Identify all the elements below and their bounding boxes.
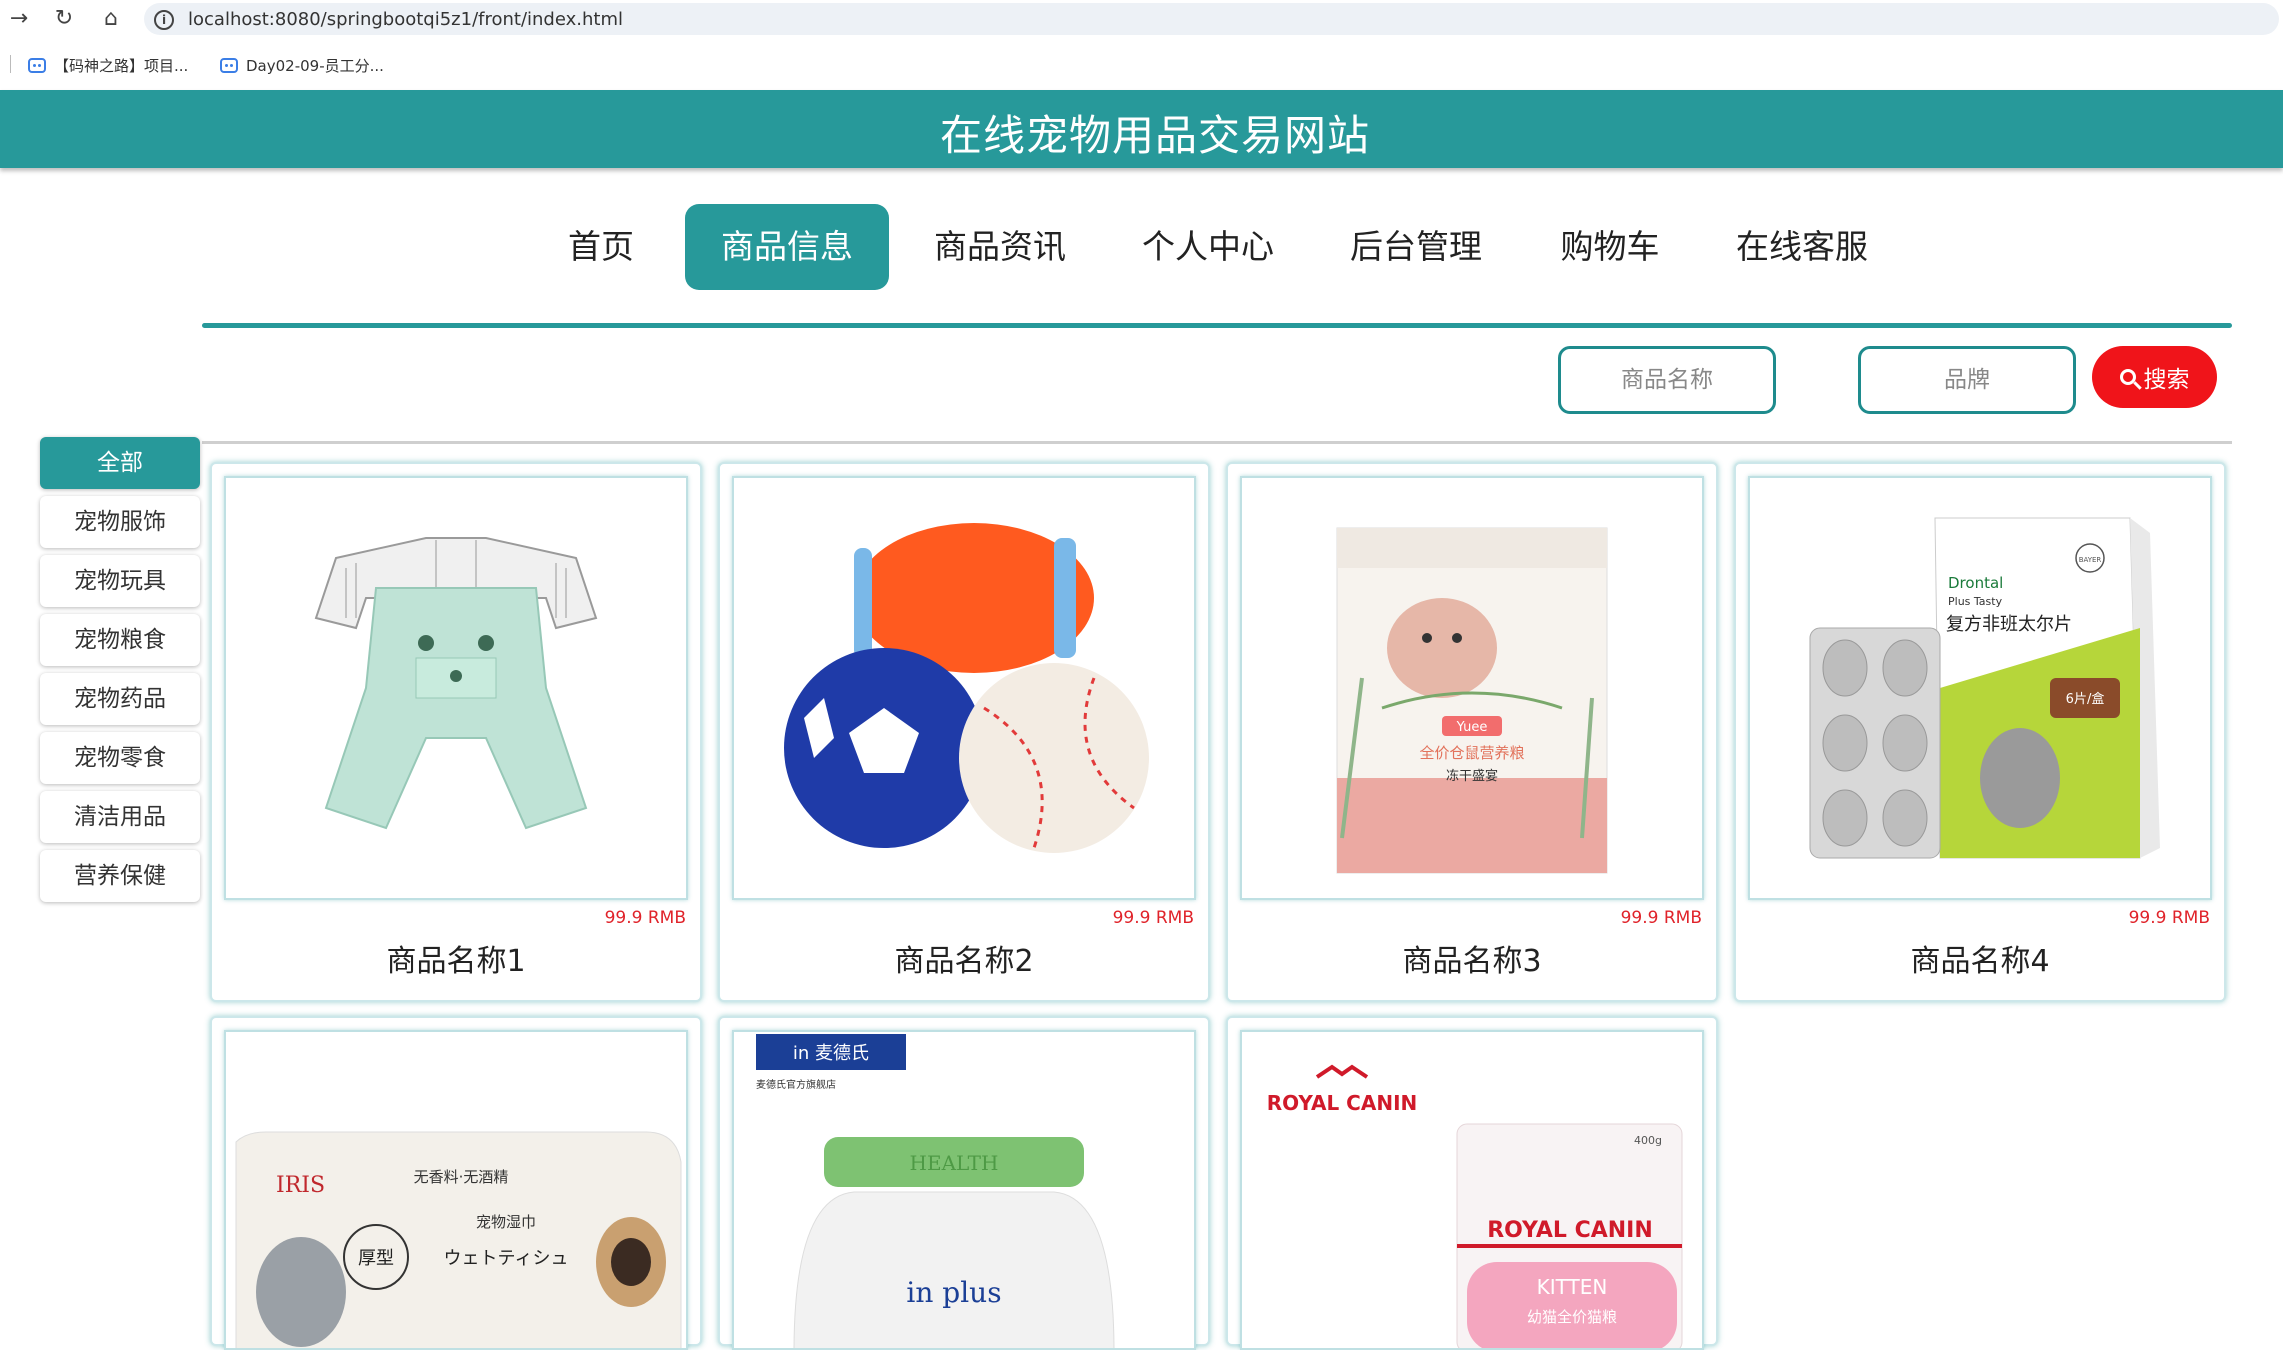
main-nav: 首页 商品信息 商品资讯 个人中心 后台管理 购物车 在线客服 bbox=[0, 204, 2283, 290]
nav-product-news[interactable]: 商品资讯 bbox=[920, 204, 1080, 290]
product-card[interactable]: Yuee 全价仓鼠营养粮 冻干盛宴 99.9 RMB 商品名称3 bbox=[1226, 462, 1718, 1002]
nav-customer-service[interactable]: 在线客服 bbox=[1722, 204, 1882, 290]
search-button[interactable]: 搜索 bbox=[2092, 346, 2217, 408]
category-cleaning[interactable]: 清洁用品 bbox=[40, 791, 200, 843]
pet-medicine-box-illustration: Drontal Plus Tasty 复方非班太尔片 BAYER 6片/盒 bbox=[1809, 517, 2160, 859]
bilibili-icon bbox=[28, 58, 46, 73]
drontal-cn-text: 复方非班太尔片 bbox=[1946, 614, 2072, 635]
pet-wipes-illustration: IRIS 无香料·无酒精 宠物湿巾 ウェトティシュ 厚型 bbox=[235, 1131, 682, 1348]
bookmark-item[interactable]: Day02-09-员工分... bbox=[220, 55, 384, 76]
product-card[interactable]: Drontal Plus Tasty 复方非班太尔片 BAYER 6片/盒 99… bbox=[1734, 462, 2226, 1002]
product-price: 99.9 RMB bbox=[2128, 908, 2210, 928]
weight-text: 400g bbox=[1634, 1134, 1662, 1147]
wipes-line2-text: 宠物湿巾 bbox=[476, 1213, 536, 1231]
product-name[interactable]: 商品名称3 bbox=[1228, 936, 1716, 980]
product-image-clothes[interactable] bbox=[224, 476, 688, 900]
pet-clothes-illustration bbox=[314, 537, 598, 830]
drontal-qty-text: 6片/盒 bbox=[2066, 691, 2105, 707]
product-image-toys[interactable] bbox=[732, 476, 1196, 900]
category-all[interactable]: 全部 bbox=[40, 437, 200, 489]
category-nutrition[interactable]: 营养保健 bbox=[40, 850, 200, 902]
bayer-text: BAYER bbox=[2079, 556, 2102, 564]
wipes-brand-text: IRIS bbox=[276, 1173, 325, 1198]
category-pet-medicine[interactable]: 宠物药品 bbox=[40, 673, 200, 725]
bilibili-icon bbox=[220, 58, 238, 73]
product-price: 99.9 RMB bbox=[604, 908, 686, 928]
site-header: 在线宠物用品交易网站 bbox=[0, 90, 2283, 168]
product-name[interactable]: 商品名称2 bbox=[720, 936, 1208, 980]
site-info-icon[interactable]: i bbox=[154, 10, 174, 30]
product-name[interactable]: 商品名称1 bbox=[212, 936, 700, 980]
nav-product-info[interactable]: 商品信息 bbox=[685, 204, 889, 290]
product-card[interactable]: IRIS 无香料·无酒精 宠物湿巾 ウェトティシュ 厚型 bbox=[210, 1016, 702, 1350]
bookmark-item[interactable]: 【码神之路】项目... bbox=[28, 55, 188, 76]
kitten-cn-text: 幼猫全价猫粮 bbox=[1527, 1308, 1617, 1326]
product-card[interactable]: 99.9 RMB 商品名称1 bbox=[210, 462, 702, 1002]
product-image-kitten-food[interactable]: ROYAL CANIN 400g ROYAL CANIN KITTEN 幼猫全价… bbox=[1240, 1030, 1704, 1350]
back-arrow-icon[interactable]: → bbox=[4, 4, 34, 34]
wipes-line3-text: ウェトティシュ bbox=[444, 1248, 569, 1269]
nav-admin[interactable]: 后台管理 bbox=[1336, 204, 1496, 290]
reload-icon[interactable]: ↻ bbox=[49, 4, 79, 34]
pet-supplement-illustration: in 麦德氏 麦德氏官方旗舰店 HEALTH in plus bbox=[756, 1034, 1115, 1348]
drontal-sub-text: Plus Tasty bbox=[1948, 595, 2003, 608]
nav-divider bbox=[202, 323, 2232, 328]
product-image-supplement[interactable]: in 麦德氏 麦德氏官方旗舰店 HEALTH in plus bbox=[732, 1030, 1196, 1350]
home-icon[interactable]: ⌂ bbox=[96, 4, 126, 34]
product-name-search-input[interactable] bbox=[1558, 346, 1776, 414]
kitten-text: KITTEN bbox=[1537, 1275, 1608, 1299]
product-name[interactable]: 商品名称4 bbox=[1736, 936, 2224, 980]
product-card[interactable]: in 麦德氏 麦德氏官方旗舰店 HEALTH in plus bbox=[718, 1016, 1210, 1350]
drontal-brand-text: Drontal bbox=[1948, 574, 2003, 592]
content-divider bbox=[202, 441, 2232, 444]
pet-food-bag-illustration: Yuee 全价仓鼠营养粮 冻干盛宴 bbox=[1336, 527, 1608, 874]
food-line2-text: 冻干盛宴 bbox=[1446, 768, 1498, 784]
maidesi-health-text: HEALTH bbox=[910, 1151, 999, 1175]
brand-search-input[interactable] bbox=[1858, 346, 2076, 414]
product-image-wipes[interactable]: IRIS 无香料·无酒精 宠物湿巾 ウェトティシュ 厚型 bbox=[224, 1030, 688, 1350]
maidesi-sub-text: 麦德氏官方旗舰店 bbox=[756, 1078, 836, 1091]
search-button-label: 搜索 bbox=[2143, 367, 2190, 393]
bookmarks-divider bbox=[10, 55, 11, 73]
bookmarks-bar: 【码神之路】项目... Day02-09-员工分... bbox=[0, 45, 2283, 85]
site-title: 在线宠物用品交易网站 bbox=[939, 111, 1370, 160]
product-image-food[interactable]: Yuee 全价仓鼠营养粮 冻干盛宴 bbox=[1240, 476, 1704, 900]
category-pet-clothing[interactable]: 宠物服饰 bbox=[40, 496, 200, 548]
royal-canin-bag-text: ROYAL CANIN bbox=[1487, 1218, 1653, 1243]
product-card[interactable]: ROYAL CANIN 400g ROYAL CANIN KITTEN 幼猫全价… bbox=[1226, 1016, 1718, 1350]
nav-home[interactable]: 首页 bbox=[548, 204, 654, 290]
address-bar[interactable]: i localhost:8080/springbootqi5z1/front/i… bbox=[144, 3, 2279, 35]
pet-toy-balls-illustration bbox=[784, 523, 1149, 853]
bookmark-label: Day02-09-员工分... bbox=[246, 57, 384, 75]
maidesi-plus-text: in plus bbox=[906, 1276, 1001, 1309]
product-price: 99.9 RMB bbox=[1112, 908, 1194, 928]
royal-canin-logo-text: ROYAL CANIN bbox=[1267, 1091, 1418, 1115]
category-pet-food[interactable]: 宠物粮食 bbox=[40, 614, 200, 666]
food-line1-text: 全价仓鼠营养粮 bbox=[1419, 744, 1524, 762]
nav-cart[interactable]: 购物车 bbox=[1548, 204, 1672, 290]
wipes-line1-text: 无香料·无酒精 bbox=[414, 1168, 509, 1186]
search-icon bbox=[2119, 369, 2136, 385]
nav-personal-center[interactable]: 个人中心 bbox=[1128, 204, 1288, 290]
kitten-food-illustration: ROYAL CANIN 400g ROYAL CANIN KITTEN 幼猫全价… bbox=[1267, 1064, 1683, 1348]
bookmark-label: 【码神之路】项目... bbox=[54, 57, 189, 75]
category-pet-toys[interactable]: 宠物玩具 bbox=[40, 555, 200, 607]
browser-toolbar: → ↻ ⌂ i localhost:8080/springbootqi5z1/f… bbox=[0, 0, 2283, 37]
product-card[interactable]: 99.9 RMB 商品名称2 bbox=[718, 462, 1210, 1002]
maidesi-logo-text: in 麦德氏 bbox=[793, 1043, 869, 1064]
product-price: 99.9 RMB bbox=[1620, 908, 1702, 928]
category-pet-snacks[interactable]: 宠物零食 bbox=[40, 732, 200, 784]
product-image-medicine[interactable]: Drontal Plus Tasty 复方非班太尔片 BAYER 6片/盒 bbox=[1748, 476, 2212, 900]
wipes-badge-text: 厚型 bbox=[358, 1248, 394, 1269]
food-brand-text: Yuee bbox=[1456, 720, 1488, 735]
address-url: localhost:8080/springbootqi5z1/front/ind… bbox=[188, 9, 623, 30]
